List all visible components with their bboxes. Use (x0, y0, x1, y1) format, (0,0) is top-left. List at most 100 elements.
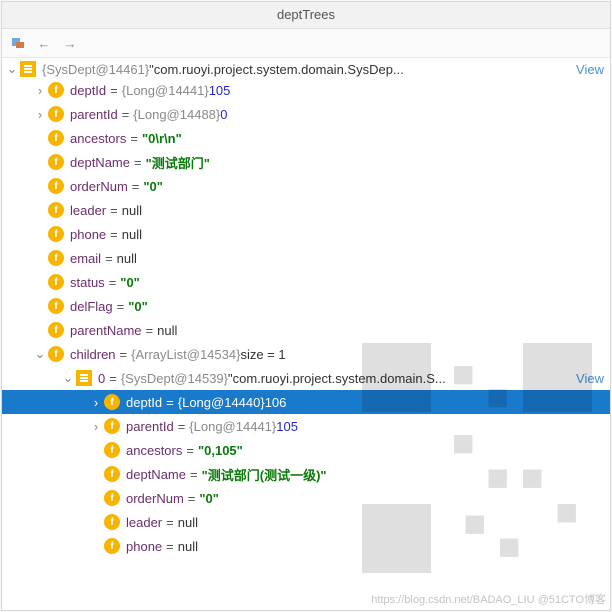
field-icon: f (48, 274, 64, 290)
equals-sign: = (106, 227, 122, 242)
tree-row[interactable]: f deptName="测试部门(测试一级)" (2, 462, 610, 486)
chevron-right-icon[interactable]: › (32, 82, 48, 98)
tree-row[interactable]: femail=null (2, 246, 610, 270)
chevron-right-icon[interactable]: › (88, 394, 104, 410)
expand-placeholder (88, 514, 104, 530)
tree-row[interactable]: fancestors="0,105" (2, 438, 610, 462)
view-link[interactable]: View (576, 371, 604, 386)
field-name: deptName (70, 155, 130, 170)
tree-row[interactable]: fdelFlag="0" (2, 294, 610, 318)
field-name: parentId (70, 107, 118, 122)
field-icon: f (48, 82, 64, 98)
field-name: 0 (98, 371, 105, 386)
equals-sign: = (184, 491, 200, 506)
field-icon: f (48, 154, 64, 170)
tree-row[interactable]: fleader=null (2, 198, 610, 222)
back-arrow-icon[interactable]: ← (36, 35, 52, 51)
tree-row[interactable]: fstatus="0" (2, 270, 610, 294)
field-icon: f (48, 250, 64, 266)
tree-row[interactable]: ›fdeptId={Long@14441} 105 (2, 78, 610, 102)
object-ref: {Long@14441} (122, 83, 209, 98)
tree-row[interactable]: f deptName="测试部门" (2, 150, 610, 174)
field-value: null (122, 203, 142, 218)
debugger-window: deptTrees ← → ⌄ {SysDept@14461} "com.ruoy… (1, 1, 611, 611)
equals-sign: = (182, 443, 198, 458)
field-icon: f (104, 466, 120, 482)
field-name: deptName (126, 467, 186, 482)
tree-row[interactable]: fphone=null (2, 222, 610, 246)
view-link[interactable]: View (576, 62, 604, 77)
field-value: null (122, 227, 142, 242)
equals-sign: = (106, 203, 122, 218)
field-value: "0" (199, 491, 219, 506)
field-value: "测试部门" (146, 153, 210, 172)
field-value: "0\r\n" (142, 131, 182, 146)
chevron-down-icon[interactable]: ⌄ (32, 346, 48, 362)
field-icon: f (104, 418, 120, 434)
equals-sign: = (186, 467, 202, 482)
tree-row[interactable]: forderNum="0" (2, 174, 610, 198)
tree-row[interactable]: f orderNum="0" (2, 486, 610, 510)
navigate-icon[interactable] (10, 35, 26, 51)
expand-placeholder (32, 226, 48, 242)
expand-placeholder (88, 442, 104, 458)
field-name: phone (70, 227, 106, 242)
equals-sign: = (128, 179, 144, 194)
field-value: "测试部门(测试一级)" (202, 465, 327, 484)
object-ref: {ArrayList@14534} (131, 347, 240, 362)
field-icon: f (48, 226, 64, 242)
field-icon: f (48, 106, 64, 122)
forward-arrow-icon[interactable]: → (62, 35, 78, 51)
field-name: parentId (126, 419, 174, 434)
tree-row[interactable]: fparentName=null (2, 318, 610, 342)
tree-row[interactable]: ⌄ 0={SysDept@14539} "com.ruoyi.project.sy… (2, 366, 610, 390)
equals-sign: = (105, 371, 121, 386)
tree-row[interactable]: ›fdeptId={Long@14440} 106 (2, 390, 610, 414)
equals-sign: = (174, 419, 190, 434)
equals-sign: = (162, 515, 178, 530)
chevron-right-icon[interactable]: › (88, 418, 104, 434)
expand-placeholder (88, 466, 104, 482)
chevron-right-icon[interactable]: › (32, 106, 48, 122)
equals-sign: = (142, 323, 158, 338)
field-icon: f (48, 322, 64, 338)
object-tostring: "com.ruoyi.project.system.domain.SysDep.… (149, 62, 404, 77)
variable-tree[interactable]: ⌄ {SysDept@14461} "com.ruoyi.project.syst… (2, 58, 610, 610)
tree-row[interactable]: ›fparentId={Long@14441} 105 (2, 414, 610, 438)
toolbar: ← → (2, 29, 610, 58)
field-value: "0" (120, 275, 140, 290)
tree-row-truncated[interactable]: ⌄ {SysDept@14461} "com.ruoyi.project.syst… (2, 60, 610, 78)
window-title: deptTrees (2, 2, 610, 29)
field-value: null (178, 539, 198, 554)
field-name: status (70, 275, 105, 290)
field-value: null (157, 323, 177, 338)
field-icon: f (104, 490, 120, 506)
tree-row[interactable]: ⌄fchildren={ArrayList@14534} size = 1 (2, 342, 610, 366)
field-name: orderNum (126, 491, 184, 506)
equals-sign: = (126, 131, 142, 146)
field-value: 105 (209, 83, 231, 98)
expand-placeholder (32, 178, 48, 194)
tree-row[interactable]: fancestors="0\r\n" (2, 126, 610, 150)
field-name: leader (126, 515, 162, 530)
chevron-down-icon[interactable]: ⌄ (60, 370, 76, 386)
field-name: phone (126, 539, 162, 554)
size-info: size = 1 (240, 347, 285, 362)
field-name: deptId (126, 395, 162, 410)
object-ref: {SysDept@14461} (42, 62, 149, 77)
object-ref: {Long@14440} (178, 395, 265, 410)
field-value: "0,105" (198, 443, 243, 458)
expand-placeholder (32, 274, 48, 290)
expand-placeholder (32, 322, 48, 338)
chevron-down-icon[interactable]: ⌄ (4, 61, 20, 77)
field-name: ancestors (126, 443, 182, 458)
tree-row[interactable]: ›fparentId={Long@14488} 0 (2, 102, 610, 126)
field-icon: f (104, 394, 120, 410)
tree-row[interactable]: fphone=null (2, 534, 610, 558)
field-value: "com.ruoyi.project.system.domain.S... (228, 371, 446, 386)
equals-sign: = (130, 155, 146, 170)
tree-row[interactable]: fleader=null (2, 510, 610, 534)
list-index-icon (76, 370, 92, 386)
field-name: email (70, 251, 101, 266)
object-ref: {SysDept@14539} (121, 371, 228, 386)
